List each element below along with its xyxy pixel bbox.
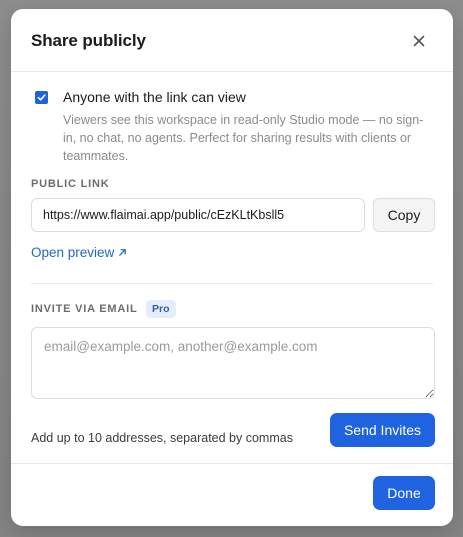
invite-email-input[interactable] [31,327,435,399]
invite-hint: Add up to 10 addresses, separated by com… [31,431,293,445]
public-access-checkbox[interactable] [35,91,48,104]
send-invites-button[interactable]: Send Invites [330,413,435,447]
open-preview-link[interactable]: Open preview [31,245,127,260]
arrow-up-right-icon [119,249,127,256]
done-button[interactable]: Done [373,476,435,510]
close-button[interactable] [409,31,429,51]
open-preview-label: Open preview [31,245,115,260]
public-link-section-label: PUBLIC LINK [31,178,110,190]
pro-badge: Pro [146,300,176,318]
public-link-input[interactable] [31,198,365,232]
invite-section-label: INVITE VIA EMAIL [31,303,138,315]
modal-title: Share publicly [31,31,146,50]
modal-header: Share publicly [11,9,453,72]
checkmark-icon [37,94,46,101]
section-divider [31,283,433,284]
close-icon [413,35,425,47]
public-access-label[interactable]: Anyone with the link can view [63,89,246,105]
public-access-description: Viewers see this workspace in read-only … [63,113,424,163]
share-modal: Share publicly Anyone with the link can … [11,9,453,526]
copy-button[interactable]: Copy [373,198,435,232]
